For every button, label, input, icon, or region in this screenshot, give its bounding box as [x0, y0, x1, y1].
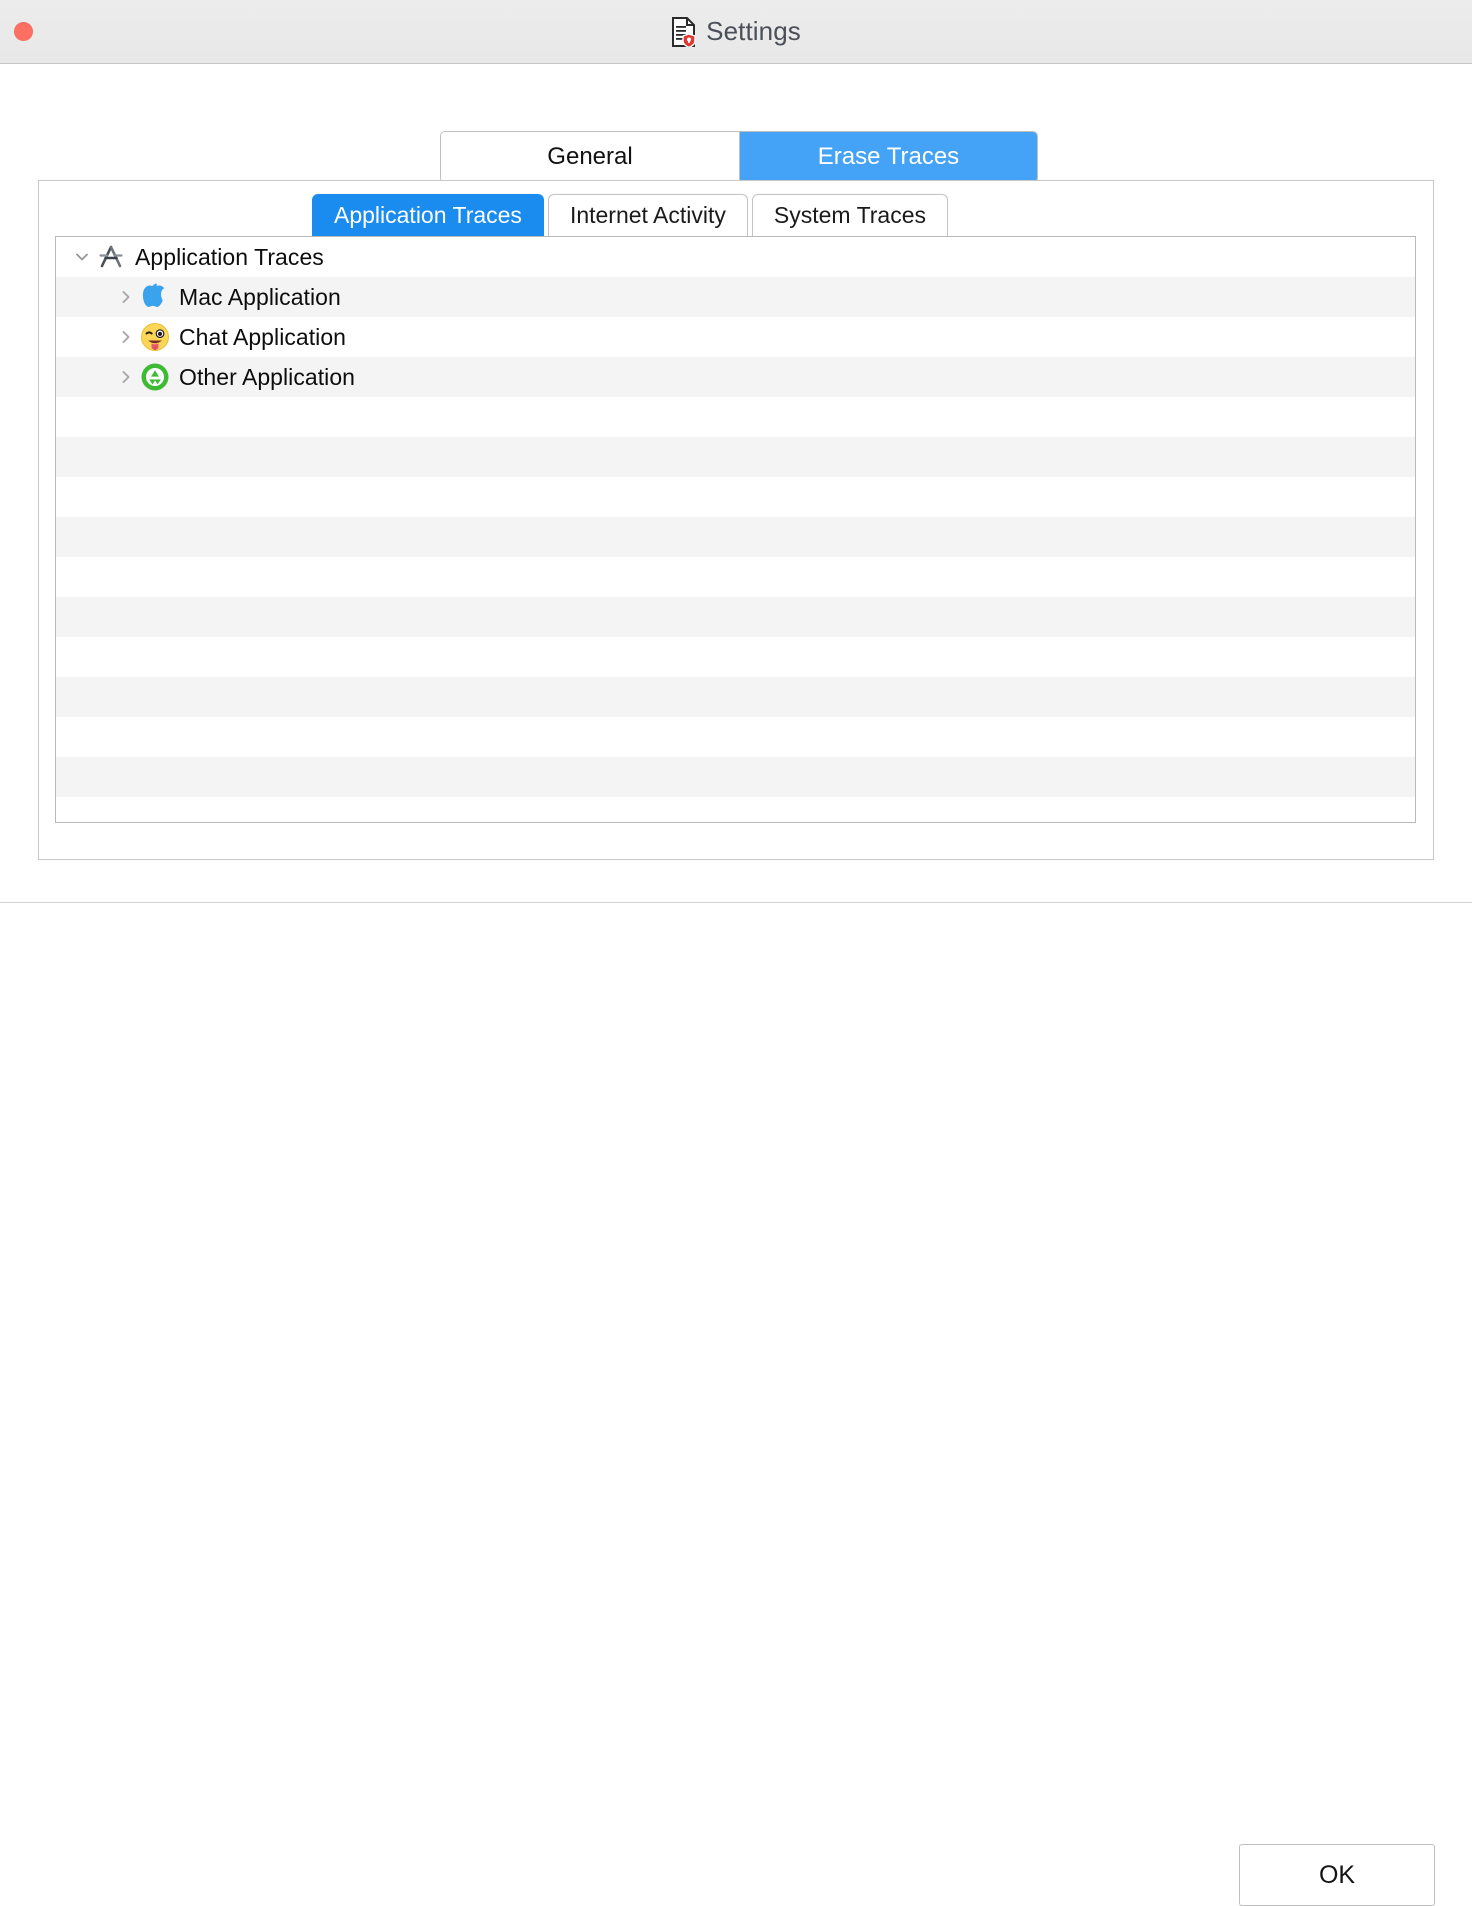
apple-logo-icon [140, 282, 170, 312]
table-row-empty [56, 477, 1415, 517]
chevron-down-icon[interactable] [68, 248, 96, 266]
window-title: Settings [706, 16, 801, 46]
dialog-content: General Erase Traces Application Traces … [0, 64, 1472, 902]
window-titlebar: Settings [0, 0, 1472, 64]
table-row-empty [56, 517, 1415, 557]
document-shield-icon [671, 16, 697, 47]
app-store-icon [96, 242, 126, 272]
main-tab-bar: General Erase Traces [441, 132, 1037, 182]
tab-system-traces[interactable]: System Traces [751, 194, 949, 236]
table-row-empty [56, 637, 1415, 677]
table-row[interactable]: Other Application [56, 357, 1415, 397]
chevron-right-icon[interactable] [112, 368, 140, 386]
winking-face-tongue-emoji-icon [140, 322, 170, 352]
dialog-footer: OK [0, 903, 1472, 1906]
chevron-right-icon[interactable] [112, 328, 140, 346]
table-row[interactable]: Chat Application [56, 317, 1415, 357]
table-row[interactable]: Mac Application [56, 277, 1415, 317]
tab-general[interactable]: General [441, 132, 739, 182]
tab-erase-traces[interactable]: Erase Traces [739, 132, 1037, 182]
tab-internet-activity[interactable]: Internet Activity [547, 194, 748, 236]
ok-button[interactable]: OK [1239, 1844, 1435, 1906]
table-row-empty [56, 757, 1415, 797]
table-row-empty [56, 397, 1415, 437]
table-row-empty [56, 557, 1415, 597]
table-row-empty [56, 677, 1415, 717]
inner-tab-bar: Application Traces Internet Activity Sys… [312, 194, 949, 236]
table-row-empty [56, 717, 1415, 757]
chevron-right-icon[interactable] [112, 288, 140, 306]
window-title-group: Settings [0, 0, 1472, 63]
table-row-empty [56, 797, 1415, 822]
row-label: Chat Application [179, 323, 347, 350]
table-row-empty [56, 437, 1415, 477]
row-label: Mac Application [179, 283, 341, 310]
table-row[interactable]: Application Traces [56, 237, 1415, 277]
traces-list-rows: Application Traces Mac Application Chat … [56, 237, 1415, 822]
table-row-empty [56, 597, 1415, 637]
traces-list[interactable]: Application Traces Mac Application Chat … [55, 236, 1416, 823]
tab-application-traces[interactable]: Application Traces [312, 194, 544, 236]
green-recycle-icon [140, 362, 170, 392]
row-label: Other Application [179, 363, 356, 390]
row-label: Application Traces [135, 243, 324, 270]
